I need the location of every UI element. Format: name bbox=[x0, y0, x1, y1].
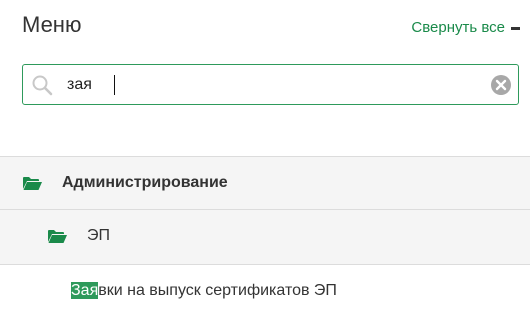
menu-group-administration[interactable]: Администрирование bbox=[0, 156, 530, 210]
menu-item-link[interactable]: Заявки на выпуск сертификатов ЭП bbox=[71, 282, 337, 300]
menu-subgroup-ep[interactable]: ЭП bbox=[0, 210, 530, 265]
search-input[interactable] bbox=[67, 73, 477, 97]
page-title: Меню bbox=[22, 12, 82, 37]
text-cursor bbox=[114, 75, 115, 95]
folder-open-icon bbox=[23, 177, 42, 190]
menu-item-certificate-requests[interactable]: Заявки на выпуск сертификатов ЭП bbox=[0, 265, 530, 312]
menu-subgroup-label: ЭП bbox=[87, 227, 110, 244]
search-box bbox=[22, 64, 519, 105]
clear-icon[interactable] bbox=[490, 74, 512, 96]
search-icon bbox=[32, 75, 53, 96]
search-match-highlight: Зая bbox=[71, 282, 99, 299]
collapse-all-label: Свернуть все bbox=[411, 19, 505, 36]
folder-open-icon bbox=[48, 230, 67, 243]
menu-header: Меню Свернуть все bbox=[22, 12, 520, 44]
menu-group-label: Администрирование bbox=[62, 174, 228, 191]
collapse-all-button[interactable]: Свернуть все bbox=[411, 19, 520, 36]
minus-icon bbox=[511, 26, 520, 30]
menu-item-label-rest: вки на выпуск сертификатов ЭП bbox=[98, 282, 337, 299]
